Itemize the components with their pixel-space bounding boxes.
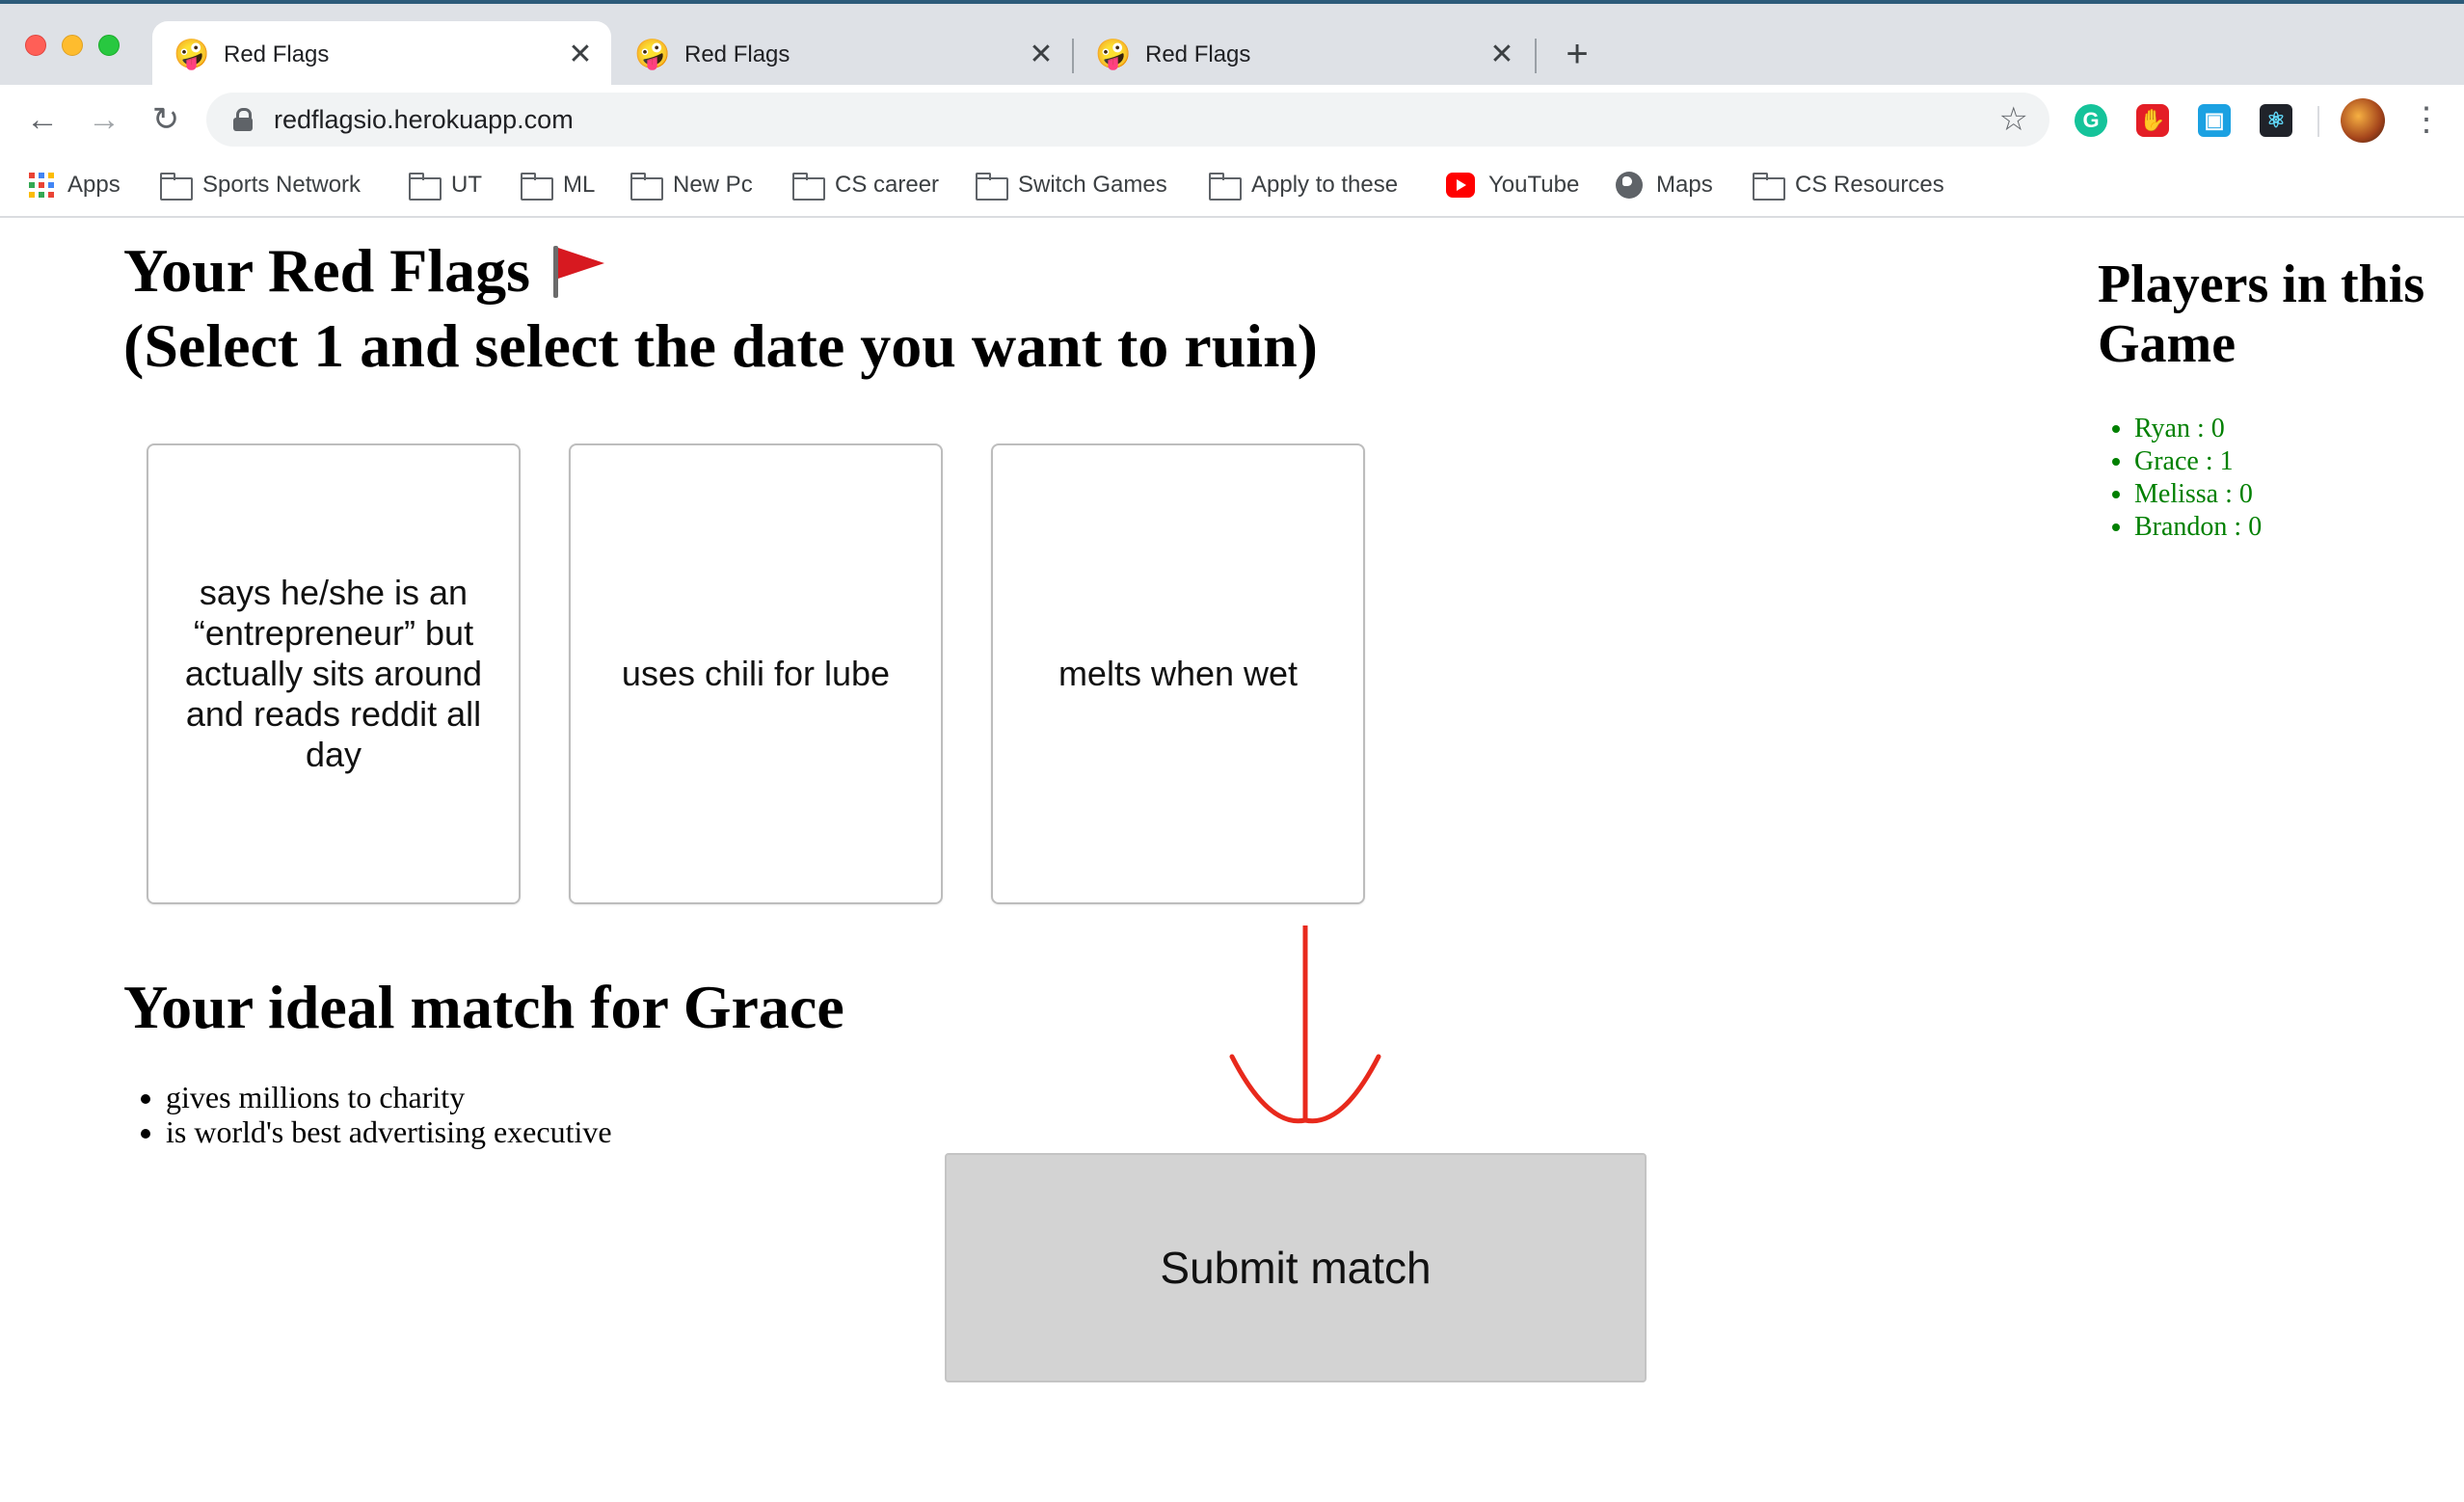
bookmark-label: New Pc <box>673 172 753 198</box>
bookmark-label: ML <box>563 172 596 198</box>
grammarly-icon[interactable]: G <box>2075 104 2107 137</box>
profile-avatar[interactable] <box>2341 98 2385 143</box>
tab-title: Red Flags <box>1145 41 1251 67</box>
bookmark-label: Maps <box>1656 172 1713 198</box>
browser-tab-2[interactable]: 🤪 Red Flags ✕ <box>613 21 1072 89</box>
tab-favicon-icon: 🤪 <box>174 39 210 70</box>
bookmark-apps[interactable]: Apps <box>29 166 121 204</box>
reload-button[interactable]: ↻ <box>145 98 187 141</box>
forward-button[interactable]: → <box>83 98 125 141</box>
bookmark-label: CS Resources <box>1795 172 1944 198</box>
zoom-window-button[interactable] <box>98 35 120 56</box>
browser-menu-icon[interactable]: ⋮ <box>2410 98 2443 141</box>
player-item: Melissa : 0 <box>2134 478 2262 511</box>
adblock-icon[interactable]: ✋ <box>2136 104 2169 137</box>
folder-icon <box>1753 173 1785 201</box>
bookmark-sports-network[interactable]: Sports Network <box>160 166 361 204</box>
minimize-window-button[interactable] <box>62 35 83 56</box>
tab-strip: 🤪 Red Flags ✕ 🤪 Red Flags ✕ 🤪 Red Flags … <box>0 0 2464 89</box>
bookmark-label: Switch Games <box>1018 172 1167 198</box>
red-flag-card-2[interactable]: uses chili for lube <box>569 443 943 904</box>
players-heading: Players in this Game <box>2098 255 2425 374</box>
bookmark-label: Apply to these <box>1251 172 1399 198</box>
annotation-arrow-icon <box>1229 925 1381 1124</box>
close-tab-icon[interactable]: ✕ <box>1024 38 1058 72</box>
red-flag-icon <box>548 242 605 300</box>
bookmark-label: Apps <box>67 172 121 198</box>
close-tab-icon[interactable]: ✕ <box>563 38 598 72</box>
tab-title: Red Flags <box>684 41 790 67</box>
card-text: says he/she is an “entrepreneur” but act… <box>184 573 483 774</box>
red-flag-card-1[interactable]: says he/she is an “entrepreneur” but act… <box>147 443 521 904</box>
bookmark-ml[interactable]: ML <box>521 166 595 204</box>
browser-tab-3[interactable]: 🤪 Red Flags ✕ <box>1074 21 1533 89</box>
folder-icon <box>160 173 193 201</box>
globe-icon <box>1616 172 1643 199</box>
submit-match-button[interactable]: Submit match <box>945 1153 1647 1382</box>
bookmark-apply-to-these[interactable]: Apply to these <box>1209 166 1398 204</box>
list-item: is world's best advertising executive <box>166 1114 612 1149</box>
red-flags-instructions: (Select 1 and select the date you want t… <box>123 311 1318 380</box>
list-item: gives millions to charity <box>166 1080 612 1114</box>
player-item: Brandon : 0 <box>2134 511 2262 544</box>
bookmark-cs-career[interactable]: CS career <box>792 166 939 204</box>
tab-title: Red Flags <box>224 41 330 67</box>
new-tab-button[interactable]: + <box>1556 33 1598 75</box>
bookmark-maps[interactable]: Maps <box>1616 166 1713 204</box>
bookmark-label: UT <box>451 172 482 198</box>
folder-icon <box>792 173 825 201</box>
url-text[interactable]: redflagsio.herokuapp.com <box>274 105 1999 135</box>
tab-separator <box>1535 39 1537 73</box>
bookmark-ut[interactable]: UT <box>409 166 482 204</box>
bookmark-star-icon[interactable]: ☆ <box>1999 100 2028 139</box>
tab-favicon-icon: 🤪 <box>634 39 671 70</box>
red-flags-title: Your Red Flags <box>123 236 530 305</box>
bookmark-cs-resources[interactable]: CS Resources <box>1753 166 1944 204</box>
lock-icon[interactable] <box>233 108 253 131</box>
react-devtools-icon[interactable]: ⚛ <box>2260 104 2292 137</box>
player-item: Grace : 1 <box>2134 445 2262 478</box>
address-bar[interactable]: redflagsio.herokuapp.com ☆ <box>206 93 2049 147</box>
folder-icon <box>976 173 1008 201</box>
red-flag-card-3[interactable]: melts when wet <box>991 443 1365 904</box>
window-resizer-icon[interactable]: ▣ <box>2198 104 2231 137</box>
bookmark-switch-games[interactable]: Switch Games <box>976 166 1167 204</box>
folder-icon <box>409 173 442 201</box>
bookmark-new-pc[interactable]: New Pc <box>630 166 753 204</box>
toolbar-separator <box>2317 106 2319 137</box>
browser-tab-1[interactable]: 🤪 Red Flags ✕ <box>152 21 611 89</box>
bookmark-youtube[interactable]: YouTube <box>1446 166 1579 204</box>
bookmarks-bar: Apps Sports Network UT ML New Pc CS care… <box>0 154 2464 218</box>
players-list: Ryan : 0 Grace : 1 Melissa : 0 Brandon :… <box>2134 413 2262 544</box>
player-item: Ryan : 0 <box>2134 413 2262 445</box>
bookmark-label: CS career <box>835 172 940 198</box>
ideal-match-heading: Your ideal match for Grace <box>123 973 844 1041</box>
bookmark-label: YouTube <box>1488 172 1580 198</box>
folder-icon <box>1209 173 1242 201</box>
folder-icon <box>630 173 663 201</box>
bookmark-label: Sports Network <box>202 172 362 198</box>
tab-favicon-icon: 🤪 <box>1095 39 1132 70</box>
card-text: uses chili for lube <box>621 654 891 693</box>
match-traits-list: gives millions to charity is world's bes… <box>166 1080 612 1149</box>
apps-grid-icon <box>29 173 54 198</box>
browser-toolbar: ← → ↻ redflagsio.herokuapp.com ☆ G ✋ ▣ ⚛… <box>0 85 2464 154</box>
close-window-button[interactable] <box>25 35 46 56</box>
youtube-icon <box>1446 173 1475 198</box>
folder-icon <box>521 173 553 201</box>
close-tab-icon[interactable]: ✕ <box>1485 38 1519 72</box>
red-flags-heading: Your Red Flags (Select 1 and select the … <box>123 233 1318 384</box>
card-text: melts when wet <box>1058 654 1299 693</box>
game-page: Your Red Flags (Select 1 and select the … <box>0 220 2464 1502</box>
back-button[interactable]: ← <box>21 98 64 141</box>
